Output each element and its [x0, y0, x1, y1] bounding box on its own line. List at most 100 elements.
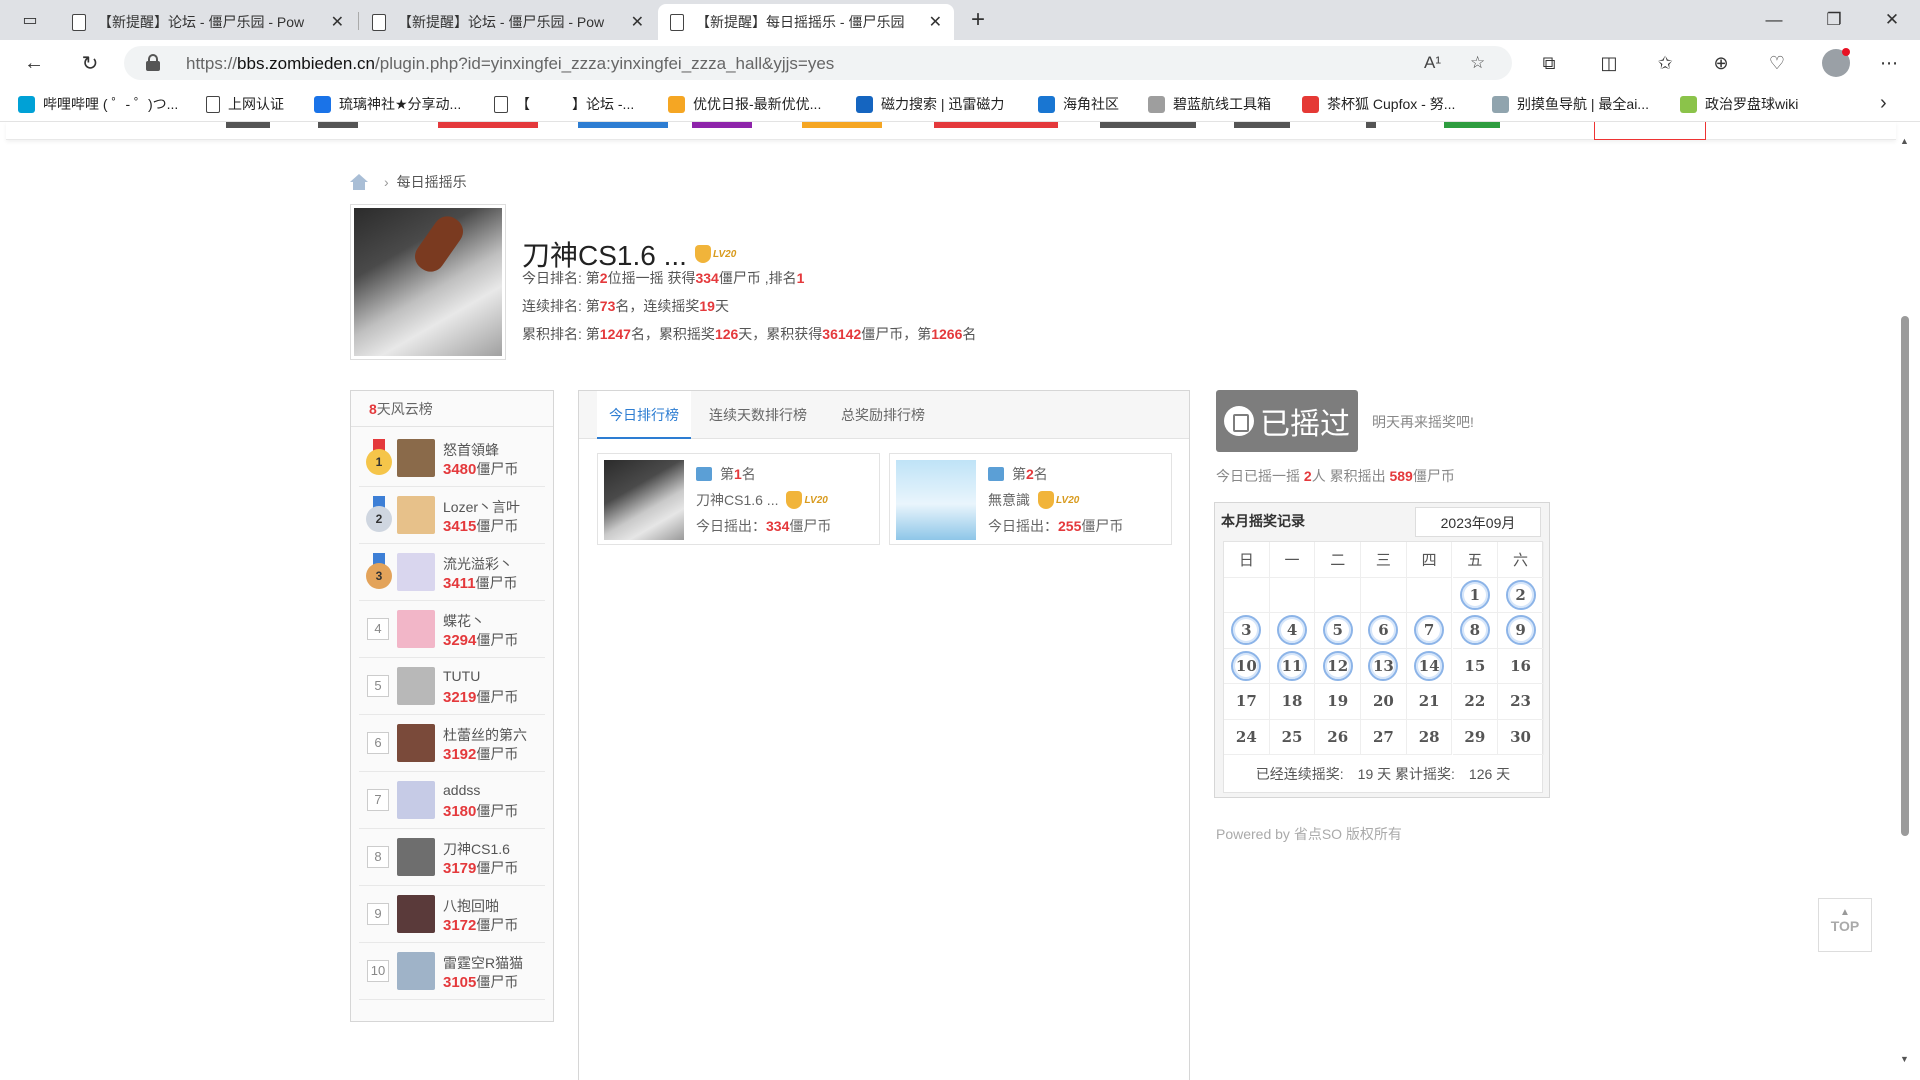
- home-icon[interactable]: [350, 174, 368, 190]
- ranking-username[interactable]: 蝶花丶: [443, 611, 543, 631]
- shaken-day-marker: 8: [1459, 615, 1490, 646]
- rank-number: 6: [367, 732, 389, 754]
- calendar-day: 10: [1224, 648, 1270, 684]
- browser-tab-1[interactable]: 【新提醒】论坛 - 僵尸乐园 - Pow ✕: [60, 4, 356, 40]
- restore-icon[interactable]: ❐: [1806, 0, 1862, 40]
- more-menu-icon[interactable]: ⋯: [1874, 49, 1904, 77]
- avatar[interactable]: [397, 496, 435, 534]
- ranking-username[interactable]: addss: [443, 782, 543, 798]
- window-close-icon[interactable]: ✕: [1864, 0, 1920, 40]
- ranking-username[interactable]: Lozer丶言叶: [443, 497, 543, 517]
- tab-today-ranking[interactable]: 今日排行榜: [597, 391, 691, 439]
- bookmark-item[interactable]: 茶杯狐 Cupfox - 努...: [1302, 94, 1455, 114]
- refresh-icon[interactable]: ↻: [72, 47, 108, 79]
- browser-tab-2[interactable]: 【新提醒】论坛 - 僵尸乐园 - Pow ✕: [360, 4, 656, 40]
- lock-icon[interactable]: [146, 54, 160, 71]
- card-avatar[interactable]: [604, 460, 684, 540]
- tab-streak-ranking[interactable]: 连续天数排行榜: [697, 391, 819, 439]
- favorites-icon[interactable]: ✩: [1650, 49, 1680, 77]
- minimize-icon[interactable]: —: [1746, 0, 1802, 40]
- ranking-row[interactable]: 5 TUTU 3219僵尸币: [359, 659, 545, 715]
- bookmarks-bar: 哔哩哔哩 ( ゜- ゜)つ... 上网认证 琉璃神社★分享动... 【 】论坛 -..…: [0, 86, 1920, 122]
- avatar[interactable]: [397, 781, 435, 819]
- avatar[interactable]: [397, 439, 435, 477]
- browser-tab-3[interactable]: 【新提醒】每日摇摇乐 - 僵尸乐园 ✕: [658, 4, 954, 40]
- tab-total-ranking[interactable]: 总奖励排行榜: [829, 391, 937, 439]
- address-bar[interactable]: https://bbs.zombieden.cn/plugin.php?id=y…: [124, 46, 1512, 80]
- tab-actions-icon[interactable]: ▭: [12, 8, 48, 32]
- ranking-username[interactable]: 八抱回啪: [443, 896, 543, 916]
- ranking-row[interactable]: 10 雷霆空R猫猫 3105僵尸币: [359, 944, 545, 1000]
- ranking-username[interactable]: 雷霆空R猫猫: [443, 953, 543, 973]
- ranking-username[interactable]: 流光溢彩丶: [443, 554, 543, 574]
- favorite-star-icon[interactable]: ☆: [1470, 53, 1485, 73]
- ranking-row[interactable]: 6 杜蕾丝的第六 3192僵尸币: [359, 716, 545, 772]
- read-aloud-icon[interactable]: A¹: [1424, 53, 1441, 73]
- close-icon[interactable]: ✕: [331, 12, 344, 32]
- breadcrumb-current[interactable]: 每日摇摇乐: [397, 172, 467, 192]
- new-tab-button[interactable]: +: [964, 4, 992, 36]
- ranking-username[interactable]: 杜蕾丝的第六: [443, 725, 543, 745]
- ranking-username[interactable]: 刀神CS1.6: [443, 839, 543, 859]
- avatar[interactable]: [397, 952, 435, 990]
- rank-card-1[interactable]: 第1名 刀神CS1.6 ... LV20 今日摇出：334僵尸币: [597, 453, 880, 545]
- ranking-row[interactable]: 1 怒首領蜂 3480僵尸币: [359, 431, 545, 487]
- ranking-row[interactable]: 3 流光溢彩丶 3411僵尸币: [359, 545, 545, 601]
- ranking-row[interactable]: 7 addss 3180僵尸币: [359, 773, 545, 829]
- bookmark-item[interactable]: 琉璃神社★分享动...: [314, 94, 461, 114]
- rank-card-2[interactable]: 第2名 無意識 LV20 今日摇出：255僵尸币: [889, 453, 1172, 545]
- calendar-day: 25: [1269, 719, 1316, 755]
- avatar[interactable]: [397, 553, 435, 591]
- avatar[interactable]: [397, 610, 435, 648]
- bookmark-item[interactable]: 政治罗盘球wiki: [1680, 94, 1798, 114]
- avatar[interactable]: [397, 724, 435, 762]
- card-avatar[interactable]: [896, 460, 976, 540]
- total-rank-line: 累积排名: 第1247名，累积摇奖126天，累积获得36142僵尸币，第1266…: [522, 326, 977, 342]
- url-text[interactable]: https://bbs.zombieden.cn/plugin.php?id=y…: [186, 54, 834, 74]
- scroll-thumb[interactable]: [1901, 316, 1909, 836]
- card-today-coins: 今日摇出：334僵尸币: [696, 518, 832, 534]
- calendar-weekday: 日: [1224, 542, 1270, 578]
- bookmark-item[interactable]: 上网认证: [206, 94, 284, 114]
- page-icon: [372, 13, 386, 31]
- avatar[interactable]: [397, 838, 435, 876]
- scroll-up-icon[interactable]: ▲: [1900, 136, 1909, 146]
- ranking-row[interactable]: 8 刀神CS1.6 3179僵尸币: [359, 830, 545, 886]
- performance-icon[interactable]: ♡: [1762, 49, 1792, 77]
- rank-number: 8: [367, 846, 389, 868]
- ranking-row[interactable]: 9 八抱回啪 3172僵尸币: [359, 887, 545, 943]
- page-scrollbar[interactable]: ▲ ▼: [1898, 136, 1912, 1066]
- collections-icon[interactable]: ⊕: [1706, 49, 1736, 77]
- medal-icon: 1: [366, 439, 392, 475]
- close-icon[interactable]: ✕: [631, 12, 644, 32]
- bookmarks-more-icon[interactable]: ›: [1880, 92, 1887, 115]
- scroll-down-icon[interactable]: ▼: [1900, 1054, 1909, 1064]
- back-arrow-icon[interactable]: ←: [16, 47, 52, 79]
- bookmark-item[interactable]: 别摸鱼导航 | 最全ai...: [1492, 94, 1649, 114]
- extensions-icon[interactable]: ⧉: [1534, 49, 1564, 77]
- bookmark-item[interactable]: 【 】论坛 -...: [494, 94, 634, 114]
- ranking-row[interactable]: 4 蝶花丶 3294僵尸币: [359, 602, 545, 658]
- bookmark-item[interactable]: 磁力搜索 | 迅雷磁力: [856, 94, 1004, 114]
- bookmark-item[interactable]: 海角社区: [1038, 94, 1119, 114]
- ranking-username[interactable]: 怒首領蜂: [443, 440, 543, 460]
- profile-image[interactable]: [350, 204, 506, 360]
- avatar[interactable]: [397, 667, 435, 705]
- calendar-month-select[interactable]: 2023年09月: [1415, 507, 1541, 537]
- already-shaken-button[interactable]: 已摇过: [1216, 390, 1358, 452]
- back-to-top-button[interactable]: ▲ TOP: [1818, 898, 1872, 952]
- bookmark-label: 磁力搜索 | 迅雷磁力: [881, 96, 1005, 112]
- calendar-day: 8: [1452, 613, 1499, 649]
- avatar[interactable]: [397, 895, 435, 933]
- calendar-day: 18: [1269, 684, 1316, 720]
- top-nav-button[interactable]: [1594, 122, 1706, 140]
- calendar-empty-cell: [1224, 577, 1270, 613]
- ranking-username[interactable]: TUTU: [443, 668, 543, 684]
- bookmark-item[interactable]: 哔哩哔哩 ( ゜- ゜)つ...: [18, 94, 178, 114]
- calendar-day: 16: [1498, 648, 1544, 684]
- split-screen-icon[interactable]: ◫: [1594, 49, 1624, 77]
- close-icon[interactable]: ✕: [929, 12, 942, 32]
- bookmark-item[interactable]: 碧蓝航线工具箱: [1148, 94, 1271, 114]
- ranking-row[interactable]: 2 Lozer丶言叶 3415僵尸币: [359, 488, 545, 544]
- bookmark-item[interactable]: 优优日报-最新优优...: [668, 94, 821, 114]
